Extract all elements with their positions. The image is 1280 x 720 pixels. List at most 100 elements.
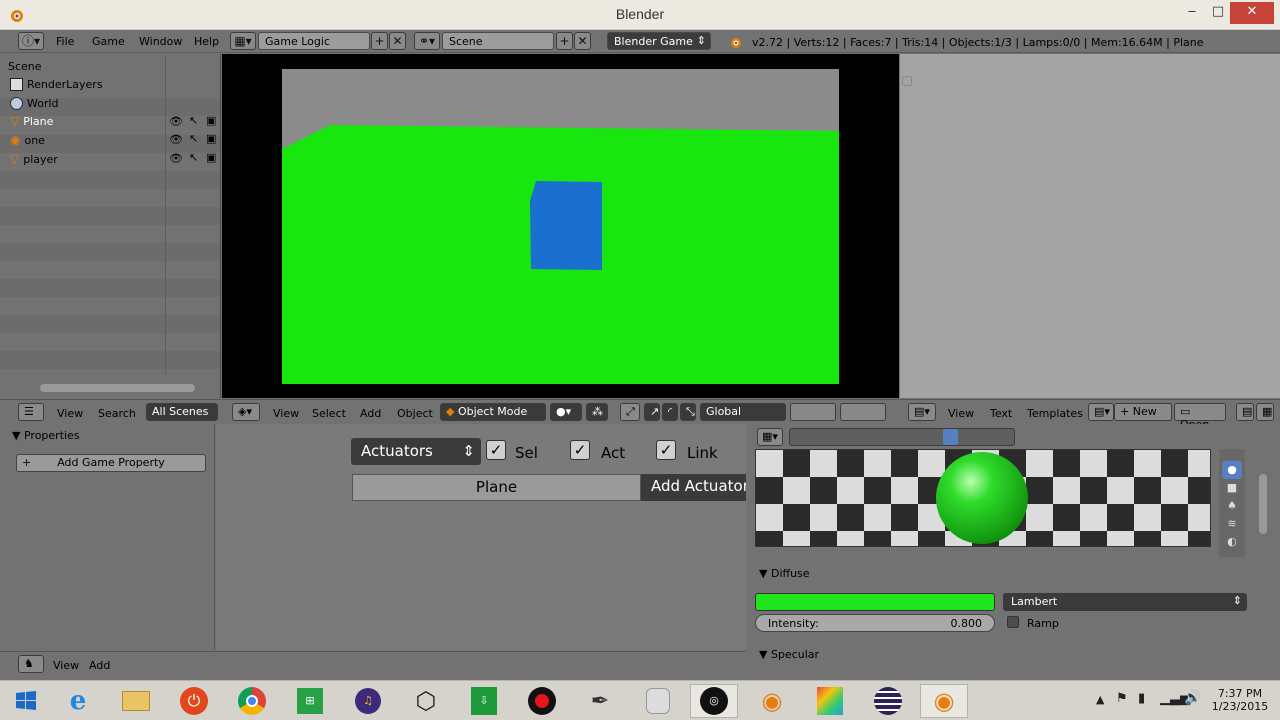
- render-camera-icon[interactable]: ▣: [206, 132, 216, 145]
- outliner-menu-view[interactable]: View: [57, 407, 83, 420]
- maximize-button[interactable]: □: [1204, 2, 1232, 24]
- flag-icon[interactable]: ⚑: [1116, 691, 1128, 706]
- viewport-menu-view[interactable]: View: [273, 407, 299, 420]
- file-explorer-icon[interactable]: [112, 684, 160, 718]
- outliner-item-plane[interactable]: ▽ Plane: [10, 112, 53, 130]
- usb-app-icon[interactable]: [634, 684, 682, 718]
- outliner-item-player[interactable]: ▽ player: [10, 150, 58, 168]
- inkscape-icon[interactable]: ✒: [576, 684, 624, 718]
- cube-preview-icon[interactable]: ■: [1222, 481, 1242, 497]
- game-viewport[interactable]: [222, 54, 899, 398]
- render-engine-dropdown[interactable]: Blender Game ⇕: [607, 32, 711, 50]
- power-app-icon[interactable]: ⏻: [170, 684, 218, 718]
- internet-explorer-icon[interactable]: e: [54, 684, 102, 718]
- region-toggle-icon[interactable]: [902, 76, 912, 86]
- menu-help[interactable]: Help: [194, 35, 219, 48]
- close-button[interactable]: ✕: [1230, 2, 1274, 24]
- diffuse-panel-header[interactable]: ▼ Diffuse: [759, 567, 810, 580]
- eclipse-icon[interactable]: [864, 684, 912, 718]
- orientation-dropdown[interactable]: Global: [700, 403, 786, 421]
- ramp-checkbox[interactable]: [1007, 616, 1019, 628]
- text-browse-icon[interactable]: ▤▾: [1088, 403, 1114, 421]
- line-numbers-toggle-icon[interactable]: ▤: [1236, 403, 1254, 421]
- material-tab-icon[interactable]: [943, 429, 958, 445]
- cursor-select-icon[interactable]: ↖: [189, 132, 198, 145]
- render-camera-icon[interactable]: ▣: [206, 151, 216, 164]
- world-preview-icon[interactable]: ◐: [1222, 535, 1242, 551]
- text-menu-view[interactable]: View: [948, 407, 974, 420]
- text-editor-area[interactable]: [900, 54, 1280, 398]
- outliner-filter-dropdown[interactable]: All Scenes: [146, 403, 218, 421]
- blender-taskbar-icon[interactable]: ◉: [748, 684, 796, 718]
- minimize-button[interactable]: ‒: [1178, 2, 1206, 24]
- hair-preview-icon[interactable]: ≋: [1222, 517, 1242, 533]
- chrome-icon[interactable]: [228, 684, 276, 718]
- eye-icon[interactable]: 👁: [169, 152, 183, 165]
- battery-icon[interactable]: ▮: [1138, 691, 1145, 706]
- manipulator-toggle-icon[interactable]: ⤢: [620, 403, 640, 421]
- mode-dropdown[interactable]: ◆ Object Mode: [440, 403, 546, 421]
- render-camera-icon[interactable]: ▣: [206, 114, 216, 127]
- word-wrap-toggle-icon[interactable]: ▦: [1256, 403, 1274, 421]
- add-screen-icon[interactable]: +: [371, 32, 388, 50]
- viewport-menu-select[interactable]: Select: [312, 407, 346, 420]
- logic-editor[interactable]: Actuators ⇕ ✓ Sel ✓ Act ✓ Link Plane Add…: [216, 424, 746, 650]
- actuators-dropdown[interactable]: Actuators ⇕: [351, 438, 481, 465]
- remove-scene-icon[interactable]: ✕: [574, 32, 591, 50]
- object-name-field[interactable]: Plane: [352, 474, 641, 501]
- open-text-button[interactable]: ▭ Open: [1174, 403, 1226, 431]
- editor-type-3dview-icon[interactable]: ◈▾: [232, 403, 260, 421]
- eye-icon[interactable]: 👁: [169, 133, 183, 146]
- add-actuator-dropdown[interactable]: Add Actuator: [641, 474, 746, 501]
- diffuse-shader-dropdown[interactable]: Lambert ⇕: [1003, 593, 1247, 611]
- remove-screen-icon[interactable]: ✕: [389, 32, 406, 50]
- menu-window[interactable]: Window: [139, 35, 182, 48]
- properties-header[interactable]: ▼ Properties: [12, 429, 80, 442]
- monkey-preview-icon[interactable]: ♠: [1222, 499, 1242, 515]
- logic-menu-view[interactable]: View: [53, 659, 79, 672]
- specular-panel-header[interactable]: ▼ Specular: [759, 648, 819, 661]
- outliner-item-world[interactable]: World: [10, 94, 59, 112]
- viewport-menu-object[interactable]: Object: [397, 407, 433, 420]
- editor-type-text-icon[interactable]: ▤▾: [908, 403, 936, 421]
- outliner-menu-search[interactable]: Search: [98, 407, 136, 420]
- eye-icon[interactable]: 👁: [169, 115, 183, 128]
- new-text-button[interactable]: + New: [1114, 403, 1172, 421]
- cursor-select-icon[interactable]: ↖: [189, 114, 198, 127]
- link-checkbox[interactable]: ✓: [656, 440, 676, 460]
- vertical-scrollbar[interactable]: [1259, 474, 1267, 534]
- store-icon[interactable]: ⊞: [286, 684, 334, 718]
- screen-layout-field[interactable]: Game Logic: [258, 32, 370, 50]
- cursor-select-icon[interactable]: ↖: [189, 151, 198, 164]
- clock[interactable]: 7:37 PM 1/23/2015: [1208, 687, 1272, 713]
- text-menu-templates[interactable]: Templates: [1027, 407, 1083, 420]
- diffuse-color-swatch[interactable]: [755, 593, 995, 611]
- logic-menu-add[interactable]: Add: [89, 659, 110, 672]
- scale-icon[interactable]: ⤡: [680, 403, 696, 421]
- unity-icon[interactable]: ⬡: [402, 684, 450, 718]
- outliner-item-renderlayers[interactable]: RenderLayers: [10, 75, 103, 93]
- layers-grid-right[interactable]: [840, 403, 886, 421]
- download-app-icon[interactable]: ⇩: [460, 684, 508, 718]
- scene-field[interactable]: Scene: [442, 32, 554, 50]
- editor-type-logic-icon[interactable]: ♞: [18, 655, 44, 673]
- viewport-menu-add[interactable]: Add: [360, 407, 381, 420]
- obs-icon[interactable]: ◎: [690, 684, 738, 718]
- horizontal-scrollbar[interactable]: [40, 384, 195, 392]
- photo-app-icon[interactable]: [806, 684, 854, 718]
- scene-icon[interactable]: ⚭▾: [414, 32, 440, 50]
- show-hidden-icons[interactable]: ▲: [1096, 693, 1104, 706]
- translate-icon[interactable]: ↗: [644, 403, 660, 421]
- sphere-preview-icon[interactable]: ●: [1222, 461, 1242, 479]
- editor-type-properties-icon[interactable]: ▦▾: [757, 428, 783, 446]
- menu-game[interactable]: Game: [92, 35, 125, 48]
- shading-dropdown[interactable]: ●▾: [550, 403, 582, 421]
- menu-file[interactable]: File: [56, 35, 74, 48]
- record-app-icon[interactable]: [518, 684, 566, 718]
- volume-icon[interactable]: 🔊: [1184, 690, 1201, 706]
- add-game-property-button[interactable]: + Add Game Property: [16, 454, 206, 472]
- properties-context-tabs[interactable]: [789, 428, 1015, 446]
- act-checkbox[interactable]: ✓: [570, 440, 590, 460]
- add-scene-icon[interactable]: +: [556, 32, 573, 50]
- editor-type-outliner-icon[interactable]: ☰: [18, 403, 44, 421]
